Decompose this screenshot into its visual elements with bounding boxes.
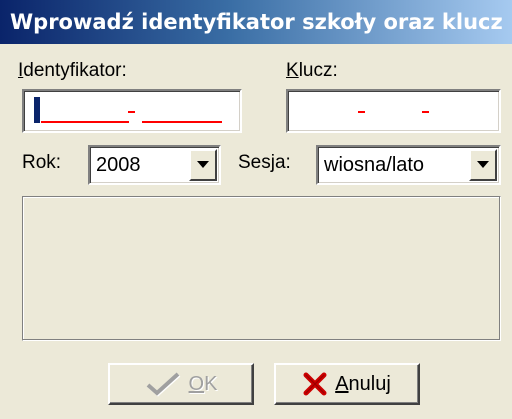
rok-label: Rok: [22,152,62,173]
sesja-select-value: wiosna/lato [324,154,425,176]
checkmark-icon [146,372,180,397]
mask-separator [422,111,429,113]
text-caret [34,97,40,123]
klucz-label-text: lucz: [298,60,338,81]
identyfikator-input[interactable] [22,89,242,133]
sesja-dropdown-icon[interactable] [469,149,497,181]
rok-select-value: 2008 [96,154,141,176]
anuluj-rest: nuluj [348,372,391,395]
klucz-label-mnemonic: K [286,60,299,81]
mask-underline [41,121,129,123]
ok-button-label: OK [189,373,218,396]
ok-mnemonic: O [188,372,205,395]
rok-dropdown-icon[interactable] [189,149,217,181]
sesja-label: Sesja: [238,152,291,173]
klucz-label: Klucz: [286,60,338,82]
ok-rest: K [204,372,218,395]
anuluj-button-label: Anuluj [335,373,391,396]
mask-separator [128,111,135,113]
identyfikator-label: Identyfikator: [18,60,127,82]
x-cross-icon [303,372,327,396]
message-panel [22,196,501,341]
rok-select[interactable]: 2008 [88,145,221,185]
sesja-select[interactable]: wiosna/lato [316,145,501,185]
anuluj-mnemonic: A [335,372,349,395]
window-title: Wprowadź identyfikator szkoły oraz klucz [0,0,512,44]
mask-underline [142,121,222,123]
mask-separator [358,111,365,113]
identyfikator-label-text: dentyfikator: [23,60,127,81]
anuluj-button[interactable]: Anuluj [274,363,420,405]
ok-button[interactable]: OK [108,363,254,405]
klucz-input[interactable] [286,89,501,133]
